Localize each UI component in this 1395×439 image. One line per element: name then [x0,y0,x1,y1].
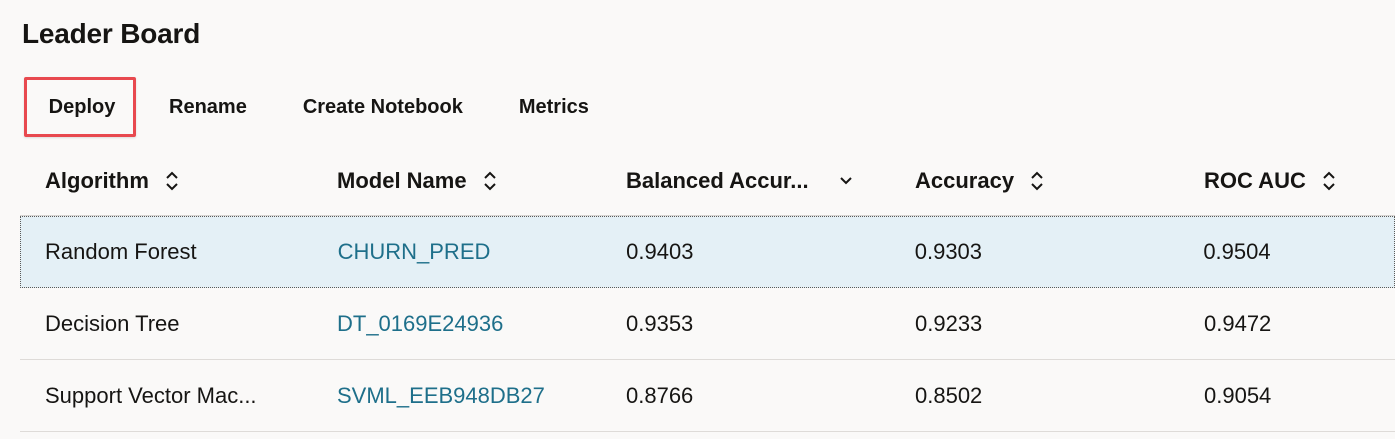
column-header-label: Model Name [337,167,467,193]
page-title: Leader Board [22,18,201,49]
create-notebook-button[interactable]: Create Notebook [303,77,463,137]
accuracy-cell: 0.9233 [915,310,983,336]
algorithm-cell: Decision Tree [45,310,180,336]
sort-both-icon[interactable] [483,170,497,192]
balanced-accuracy-cell: 0.8766 [626,382,694,408]
deploy-button[interactable]: Deploy [24,77,136,137]
toolbar: Deploy Rename Create Notebook Metrics [24,75,589,139]
column-header-label: ROC AUC [1204,167,1306,193]
sort-descending-icon[interactable] [839,170,853,192]
roc-auc-cell: 0.9054 [1204,382,1272,408]
roc-auc-cell: 0.9472 [1204,310,1272,336]
model-name-link[interactable]: SVML_EEB948DB27 [311,383,600,409]
roc-auc-cell: 0.9504 [1203,239,1271,264]
column-header-balanced-accuracy[interactable]: Balanced Accur... [600,168,889,194]
table-row[interactable]: Decision Tree DT_0169E24936 0.9353 0.923… [20,288,1395,360]
column-header-algorithm[interactable]: Algorithm [20,168,311,194]
algorithm-cell: Random Forest [45,239,197,264]
metrics-button[interactable]: Metrics [519,77,589,137]
column-header-label: Accuracy [915,167,1015,193]
model-name-link[interactable]: CHURN_PRED [312,239,601,265]
balanced-accuracy-cell: 0.9353 [626,310,694,336]
algorithm-cell: Support Vector Mac... [45,382,257,408]
sort-both-icon[interactable] [1030,170,1044,192]
sort-both-icon[interactable] [165,170,179,192]
model-name-link[interactable]: DT_0169E24936 [311,311,600,337]
column-header-model-name[interactable]: Model Name [311,168,600,194]
column-header-roc-auc[interactable]: ROC AUC [1178,168,1395,194]
column-header-label: Algorithm [45,167,149,193]
rename-button[interactable]: Rename [169,77,247,137]
accuracy-cell: 0.8502 [915,382,983,408]
leader-board-table: Algorithm Model Name Balanced Accur... A… [20,146,1395,432]
table-row[interactable]: Random Forest CHURN_PRED 0.9403 0.9303 0… [20,216,1395,288]
column-header-accuracy[interactable]: Accuracy [889,168,1178,194]
column-header-label: Balanced Accur... [626,167,809,193]
balanced-accuracy-cell: 0.9403 [626,239,694,264]
sort-both-icon[interactable] [1322,170,1336,192]
table-header-row: Algorithm Model Name Balanced Accur... A… [20,146,1395,216]
table-row[interactable]: Support Vector Mac... SVML_EEB948DB27 0.… [20,360,1395,432]
accuracy-cell: 0.9303 [914,239,983,264]
